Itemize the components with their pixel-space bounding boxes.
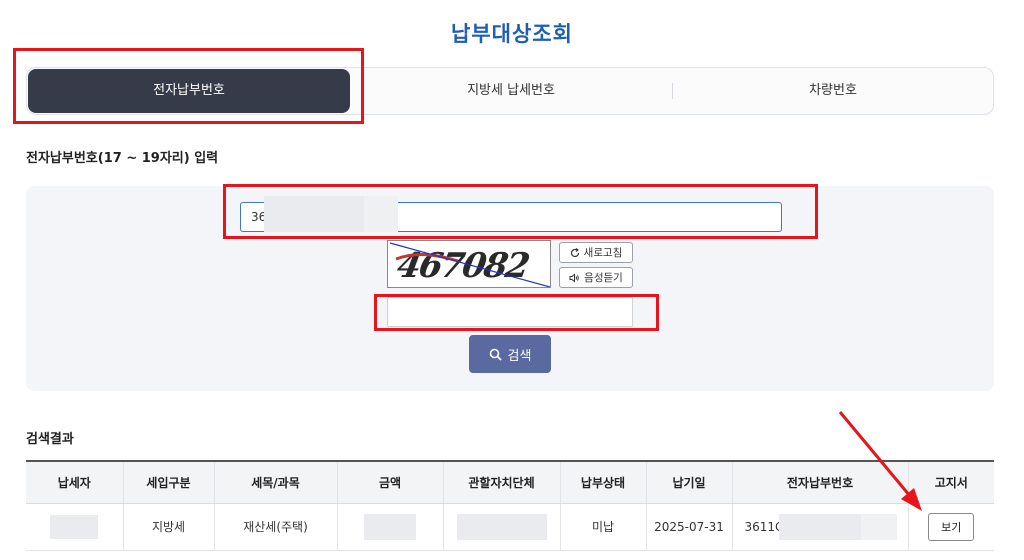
page-title: 납부대상조회: [451, 22, 573, 46]
tab-vehicle-number[interactable]: 차량번호: [673, 68, 993, 114]
search-icon: [489, 348, 502, 361]
cell-tax-item: 재산세(주택): [214, 503, 338, 551]
search-button[interactable]: 검색: [469, 335, 551, 373]
masked-region: [364, 513, 416, 540]
captcha-audio-label: 음성듣기: [584, 272, 623, 284]
cell-amount: [337, 503, 444, 551]
search-button-label: 검색: [507, 348, 532, 364]
tab-epay-number[interactable]: 전자납부번호: [28, 69, 350, 113]
tab-local-tax-number[interactable]: 지방세 납세번호: [350, 68, 672, 114]
cell-due-date: 2025-07-31: [646, 503, 733, 551]
masked-region: [860, 513, 897, 540]
epay-number-label: 전자납부번호(17 ~ 19자리) 입력: [26, 151, 219, 166]
column-header-revenue-type: 세입구분: [123, 460, 215, 504]
captcha-input[interactable]: [387, 297, 633, 327]
column-header-amount: 금액: [337, 460, 444, 504]
results-title: 검색결과: [26, 432, 74, 447]
table-row: 지방세 재산세(주택) 미납 2025-07-31 3611C 보기: [26, 503, 994, 551]
cell-notice: 보기: [908, 503, 994, 551]
cell-taxpayer: [26, 503, 124, 551]
cell-jurisdiction: [443, 503, 561, 551]
view-notice-button[interactable]: 보기: [928, 512, 975, 541]
masked-region: [50, 514, 99, 539]
captcha-graphic: 467082: [389, 242, 550, 287]
cell-epay-number: 3611C: [732, 503, 909, 551]
column-header-taxpayer: 납세자: [26, 460, 124, 504]
results-table: 납세자 세입구분 세목/과목 금액 관할자치단체 납부상태 납기일 전자납부번호…: [26, 460, 994, 551]
column-header-jurisdiction: 관할자치단체: [443, 460, 561, 504]
captcha-text: 467082: [394, 246, 532, 286]
refresh-icon: [570, 247, 579, 257]
speaker-icon: [569, 272, 579, 283]
masked-region: [264, 196, 364, 232]
column-header-tax-item: 세목/과목: [214, 460, 338, 504]
table-header-row: 납세자 세입구분 세목/과목 금액 관할자치단체 납부상태 납기일 전자납부번호…: [26, 460, 994, 504]
column-header-epay-number: 전자납부번호: [732, 460, 909, 504]
captcha-audio-button[interactable]: 음성듣기: [559, 267, 633, 288]
column-header-due-date: 납기일: [646, 460, 733, 504]
cell-status: 미납: [560, 503, 647, 551]
captcha-image: 467082: [387, 240, 551, 288]
captcha-refresh-label: 새로고침: [583, 247, 623, 259]
search-type-tabs: 전자납부번호 지방세 납세번호 차량번호: [26, 67, 994, 115]
masked-region: [364, 196, 398, 232]
cell-revenue-type: 지방세: [123, 503, 215, 551]
column-header-notice: 고지서: [908, 460, 994, 504]
column-header-status: 납부상태: [560, 460, 647, 504]
captcha-refresh-button[interactable]: 새로고침: [559, 242, 633, 263]
masked-region: [456, 513, 547, 540]
